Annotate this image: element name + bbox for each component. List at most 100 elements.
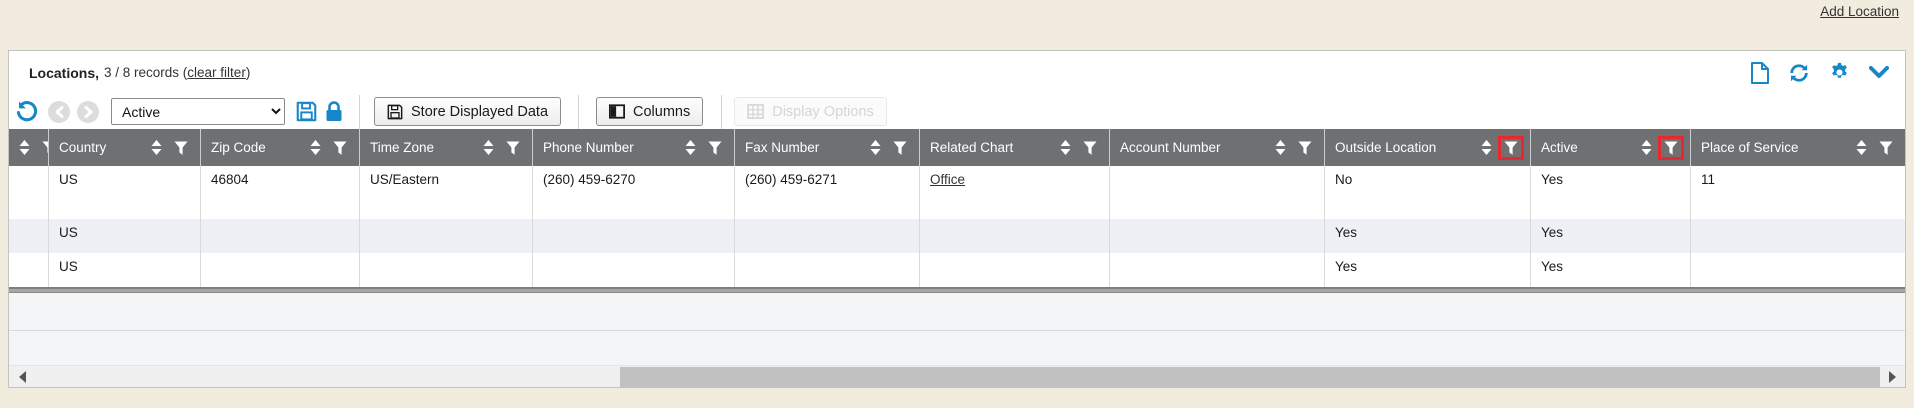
sort-icon[interactable]	[1481, 140, 1492, 155]
panel-title-row: Locations, 3 / 8 records ( clear filter …	[9, 51, 1905, 94]
cell-fax-number	[735, 219, 920, 253]
panel-empty-area	[9, 331, 1905, 365]
filter-funnel-icon[interactable]	[890, 139, 910, 157]
sort-icon[interactable]	[1856, 140, 1867, 155]
column-header-account-number[interactable]: Account Number	[1110, 129, 1325, 166]
cell-phone-number: (260) 459-6270	[533, 166, 735, 219]
column-header-time-zone[interactable]: Time Zone	[360, 129, 533, 166]
table-body: US46804US/Eastern(260) 459-6270(260) 459…	[9, 166, 1905, 287]
cell-related-chart: Office	[920, 166, 1110, 219]
table-row[interactable]: USYesYes	[9, 219, 1905, 253]
cell-place-of-service	[1691, 219, 1905, 253]
column-label: Related Chart	[930, 140, 1060, 155]
cell-time-zone	[360, 253, 533, 287]
related-chart-link[interactable]: Office	[930, 172, 965, 187]
sort-icon[interactable]	[483, 140, 494, 155]
columns-icon	[609, 104, 625, 119]
scrollbar-thumb[interactable]	[620, 367, 1880, 387]
prev-page-button[interactable]	[48, 101, 70, 123]
toolbar: Active Store Displayed Data Columns	[9, 94, 1905, 129]
gear-icon[interactable]	[1829, 62, 1850, 83]
column-label: Active	[1541, 140, 1641, 155]
cell-phone-number	[533, 219, 735, 253]
collapse-chevron-icon[interactable]	[1869, 66, 1889, 80]
records-count-text: 3 / 8 records (	[104, 65, 187, 80]
column-header-zip-code[interactable]: Zip Code	[201, 129, 360, 166]
filter-funnel-icon[interactable]	[1295, 139, 1315, 157]
sort-icon[interactable]	[1060, 140, 1071, 155]
cell-zip-code: 46804	[201, 166, 360, 219]
column-label: Place of Service	[1701, 140, 1856, 155]
cell-outside-location: Yes	[1325, 219, 1531, 253]
saved-filter-select[interactable]: Active	[111, 98, 285, 125]
column-header-fax-number[interactable]: Fax Number	[735, 129, 920, 166]
filter-funnel-icon-highlighted[interactable]	[1661, 139, 1681, 157]
filter-funnel-icon[interactable]	[1876, 139, 1896, 157]
horizontal-scrollbar[interactable]	[9, 365, 1905, 387]
columns-button[interactable]: Columns	[596, 97, 703, 126]
cell-active: Yes	[1531, 166, 1691, 219]
filter-funnel-icon[interactable]	[503, 139, 523, 157]
refresh-icon[interactable]	[1788, 62, 1810, 84]
cell-account-number	[1110, 166, 1325, 219]
column-header-related-chart[interactable]: Related Chart	[920, 129, 1110, 166]
reset-filters-icon[interactable]	[15, 100, 38, 123]
filter-funnel-icon-highlighted[interactable]	[1501, 139, 1521, 157]
filter-funnel-icon[interactable]	[330, 139, 350, 157]
display-options-button[interactable]: Display Options	[734, 97, 887, 126]
filter-funnel-icon[interactable]	[705, 139, 725, 157]
cell-fax-number	[735, 253, 920, 287]
column-header-place-of-service[interactable]: Place of Service	[1691, 129, 1905, 166]
clear-filter-link[interactable]: clear filter	[187, 65, 246, 80]
sort-icon[interactable]	[685, 140, 696, 155]
save-filter-icon[interactable]	[296, 101, 317, 122]
column-label: Country	[59, 140, 151, 155]
column-label: Outside Location	[1335, 140, 1481, 155]
cell-outside-location: Yes	[1325, 253, 1531, 287]
add-location-link[interactable]: Add Location	[1820, 4, 1899, 19]
cell-related-chart	[920, 253, 1110, 287]
next-page-button[interactable]	[77, 101, 99, 123]
table-row[interactable]: US46804US/Eastern(260) 459-6270(260) 459…	[9, 166, 1905, 219]
column-label: Time Zone	[370, 140, 483, 155]
table-header-row: Country Zip Code Time Zone Phone Number Fax …	[9, 129, 1905, 166]
cell-phone-number	[533, 253, 735, 287]
cell-country: US	[49, 219, 201, 253]
scroll-right-arrow-icon[interactable]	[1889, 371, 1896, 383]
toolbar-divider	[721, 95, 722, 129]
cell-zip-code	[201, 219, 360, 253]
column-header-country[interactable]: Country	[49, 129, 201, 166]
cell-place-of-service	[1691, 253, 1905, 287]
column-header-row-tools[interactable]	[9, 129, 49, 166]
column-label: Fax Number	[745, 140, 870, 155]
records-count-close: )	[246, 65, 251, 80]
sort-icon[interactable]	[310, 140, 321, 155]
sort-icon[interactable]	[151, 140, 162, 155]
column-header-active[interactable]: Active	[1531, 129, 1691, 166]
cell-country: US	[49, 253, 201, 287]
store-displayed-data-button[interactable]: Store Displayed Data	[374, 97, 561, 126]
display-options-icon	[747, 104, 764, 119]
column-header-outside-location[interactable]: Outside Location	[1325, 129, 1531, 166]
filter-funnel-icon[interactable]	[1080, 139, 1100, 157]
column-label: Account Number	[1120, 140, 1275, 155]
cell-country: US	[49, 166, 201, 219]
new-document-icon[interactable]	[1750, 62, 1769, 84]
table-row[interactable]: USYesYes	[9, 253, 1905, 287]
sort-icon[interactable]	[19, 140, 30, 155]
scroll-left-arrow-icon[interactable]	[19, 371, 26, 383]
cell-row-tools	[9, 166, 49, 219]
cell-related-chart	[920, 219, 1110, 253]
sort-icon[interactable]	[1275, 140, 1286, 155]
cell-account-number	[1110, 219, 1325, 253]
table-footer-strip	[9, 293, 1905, 331]
sort-icon[interactable]	[1641, 140, 1652, 155]
cell-row-tools	[9, 219, 49, 253]
save-icon	[387, 104, 403, 120]
lock-icon[interactable]	[325, 101, 343, 122]
column-header-phone-number[interactable]: Phone Number	[533, 129, 735, 166]
filter-funnel-icon[interactable]	[171, 139, 191, 157]
filter-funnel-icon[interactable]	[39, 139, 49, 157]
column-label: Phone Number	[543, 140, 685, 155]
sort-icon[interactable]	[870, 140, 881, 155]
